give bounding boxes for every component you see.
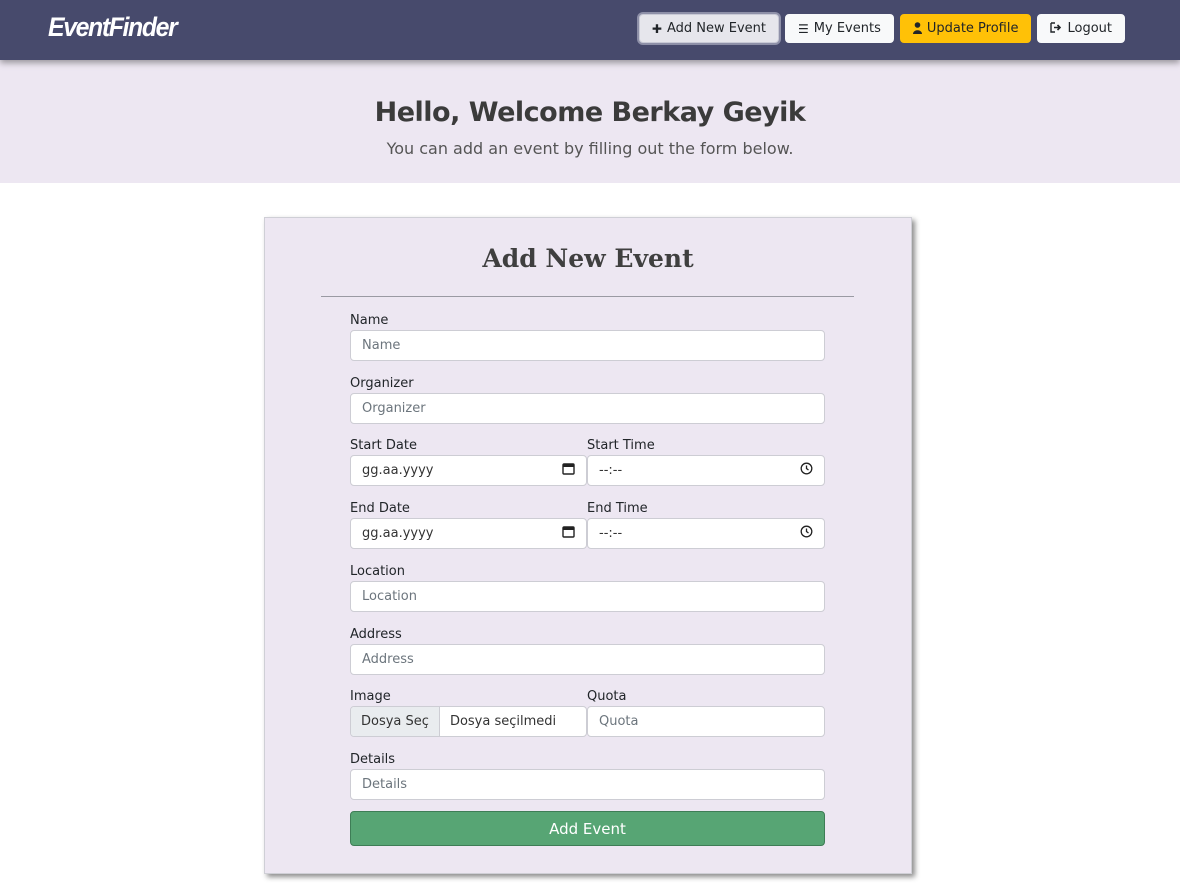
choose-file-button[interactable]: Dosya Seç (351, 707, 440, 736)
user-icon (912, 21, 922, 36)
navbar: EventFinder ✚ Add New Event ☰ My Events … (0, 0, 1180, 60)
name-input[interactable]: Name (350, 330, 825, 361)
address-label: Address (350, 627, 402, 642)
add-event-button[interactable]: Add Event (350, 811, 825, 846)
update-profile-label: Update Profile (926, 21, 1019, 36)
file-status: Dosya seçilmedi (449, 714, 557, 729)
welcome-banner: Hello, Welcome Berkay Geyik You can add … (0, 60, 1180, 183)
start-time-value: --:-- (599, 463, 623, 478)
start-date-value: gg.aa.yyyy (362, 463, 434, 478)
details-input[interactable]: Details (350, 769, 825, 800)
image-label: Image (350, 689, 391, 704)
clock-icon[interactable] (800, 462, 813, 479)
brand-logo[interactable]: EventFinder (48, 12, 178, 43)
nav-buttons: ✚ Add New Event ☰ My Events Update Profi… (638, 14, 1125, 43)
end-date-value: gg.aa.yyyy (362, 526, 434, 541)
logout-button[interactable]: Logout (1037, 14, 1125, 43)
quota-input[interactable]: Quota (587, 706, 825, 737)
location-input[interactable]: Location (350, 581, 825, 612)
add-new-event-button[interactable]: ✚ Add New Event (638, 14, 780, 43)
add-event-form-card: Add New Event Name Name Organizer Organi… (264, 217, 912, 874)
calendar-icon[interactable] (562, 525, 575, 542)
organizer-input[interactable]: Organizer (350, 393, 825, 424)
my-events-button[interactable]: ☰ My Events (785, 14, 894, 43)
start-date-input[interactable]: gg.aa.yyyy (350, 455, 587, 486)
clock-icon[interactable] (800, 525, 813, 542)
sign-out-icon (1050, 22, 1062, 35)
add-new-event-label: Add New Event (666, 21, 767, 36)
update-profile-button[interactable]: Update Profile (899, 14, 1032, 43)
list-icon: ☰ (798, 21, 809, 36)
quota-label: Quota (587, 689, 627, 704)
logout-label: Logout (1067, 21, 1112, 36)
start-date-label: Start Date (350, 438, 417, 453)
end-date-input[interactable]: gg.aa.yyyy (350, 518, 587, 549)
details-label: Details (350, 752, 396, 767)
calendar-icon[interactable] (562, 462, 575, 479)
end-date-label: End Date (350, 501, 410, 516)
end-time-value: --:-- (599, 526, 623, 541)
welcome-subtitle: You can add an event by filling out the … (386, 139, 794, 158)
form-title: Add New Event (482, 244, 694, 273)
plus-icon: ✚ (651, 21, 662, 36)
address-input[interactable]: Address (350, 644, 825, 675)
start-time-label: Start Time (587, 438, 655, 453)
name-label: Name (350, 313, 389, 328)
location-label: Location (350, 564, 405, 579)
organizer-label: Organizer (350, 376, 414, 391)
image-file-input[interactable]: Dosya Seç Dosya seçilmedi (350, 706, 587, 737)
end-time-input[interactable]: --:-- (587, 518, 825, 549)
welcome-title: Hello, Welcome Berkay Geyik (374, 97, 806, 128)
form-divider (321, 296, 854, 297)
my-events-label: My Events (813, 21, 881, 36)
start-time-input[interactable]: --:-- (587, 455, 825, 486)
end-time-label: End Time (587, 501, 648, 516)
